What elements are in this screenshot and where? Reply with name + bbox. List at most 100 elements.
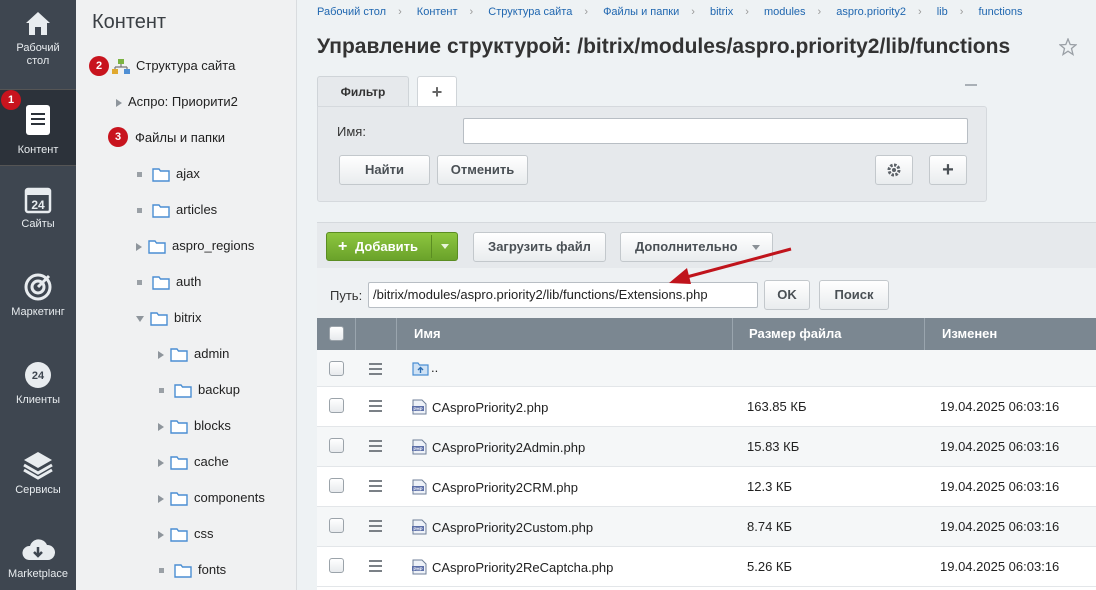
add-button[interactable]: + Добавить <box>326 232 458 261</box>
name-input[interactable] <box>463 118 968 144</box>
tree-item-label: cache <box>194 454 229 469</box>
expand-arrow-icon[interactable] <box>158 458 164 467</box>
row-menu-icon[interactable] <box>369 520 382 535</box>
svg-text:PHP: PHP <box>413 406 422 411</box>
expand-arrow-icon[interactable] <box>158 494 164 503</box>
row-checkbox[interactable] <box>329 398 344 413</box>
expand-arrow-icon[interactable] <box>136 242 142 251</box>
nav-item-sites[interactable]: 24 Сайты <box>0 186 76 240</box>
row-menu-icon[interactable] <box>369 363 382 378</box>
breadcrumb-item[interactable]: Файлы и папки <box>603 6 679 18</box>
tree-item-label: bitrix <box>174 310 202 325</box>
tree-folder-css[interactable]: css <box>158 524 214 544</box>
file-table: Имя Размер файла Изменен .. PHP CAsproPr… <box>317 318 1096 590</box>
tree-item-label: auth <box>176 274 202 289</box>
upload-file-button[interactable]: Загрузить файл <box>473 232 606 262</box>
add-filter-tab-button[interactable]: + <box>417 76 457 107</box>
tree-item-label: blocks <box>194 418 231 433</box>
tree-folder-admin[interactable]: admin <box>158 344 229 364</box>
tree-item-site-structure[interactable]: Структура сайта <box>112 56 235 76</box>
header-modified[interactable]: Изменен <box>925 318 1096 350</box>
header-size[interactable]: Размер файла <box>733 318 925 350</box>
up-label[interactable]: .. <box>431 360 438 375</box>
tree-folder-fonts[interactable]: fonts <box>158 560 226 580</box>
add-filter-field-button[interactable]: + <box>929 155 967 185</box>
tree-folder-backup[interactable]: backup <box>158 380 240 400</box>
nav-item-desktop[interactable]: Рабочий стол <box>0 8 76 78</box>
sitemap-icon <box>112 58 130 74</box>
breadcrumb-item[interactable]: Структура сайта <box>488 6 572 18</box>
folder-icon <box>152 168 170 182</box>
collapse-arrow-icon[interactable] <box>136 315 144 322</box>
tree-item-aspro[interactable]: Аспро: Приорити2 <box>116 92 238 112</box>
expand-arrow-icon[interactable] <box>116 98 122 107</box>
breadcrumb-item[interactable]: Контент <box>417 6 458 18</box>
search-button[interactable]: Поиск <box>819 280 889 310</box>
breadcrumb-item[interactable]: Рабочий стол <box>317 6 386 18</box>
find-button[interactable]: Найти <box>339 155 430 185</box>
tree-folder-cache[interactable]: cache <box>158 452 229 472</box>
left-navigation: Рабочий стол Контент 1 24 Сайты Маркетин… <box>0 0 76 590</box>
tree-folder-ajax[interactable]: ajax <box>136 164 200 184</box>
table-row[interactable]: PHP CAsproPriority2.php 163.85 КБ 19.04.… <box>317 387 1096 427</box>
select-all-checkbox[interactable] <box>329 326 344 341</box>
step-badge-2: 2 <box>89 56 109 76</box>
nav-item-services[interactable]: Сервисы <box>0 450 76 504</box>
cancel-button[interactable]: Отменить <box>437 155 528 185</box>
expand-arrow-icon[interactable] <box>158 422 164 431</box>
tree-item-files[interactable]: Файлы и папки <box>135 128 225 148</box>
row-checkbox[interactable] <box>329 518 344 533</box>
row-checkbox[interactable] <box>329 361 344 376</box>
row-checkbox[interactable] <box>329 558 344 573</box>
file-name[interactable]: CAsproPriority2ReCaptcha.php <box>432 560 613 575</box>
tree-folder-articles[interactable]: articles <box>136 200 217 220</box>
tree-folder-blocks[interactable]: blocks <box>158 416 231 436</box>
tree-item-label: Структура сайта <box>136 58 236 73</box>
tree-item-label: components <box>194 490 265 505</box>
breadcrumb-item[interactable]: modules <box>764 6 806 18</box>
dropdown-arrow-icon[interactable] <box>441 244 449 249</box>
nav-item-marketplace[interactable]: Marketplace <box>0 536 76 590</box>
nav-item-marketing[interactable]: Маркетинг <box>0 272 76 326</box>
filter-settings-button[interactable] <box>875 155 913 185</box>
breadcrumb-item[interactable]: lib <box>937 6 948 18</box>
header-name[interactable]: Имя <box>397 318 733 350</box>
file-name[interactable]: CAsproPriority2Admin.php <box>432 440 585 455</box>
row-menu-icon[interactable] <box>369 560 382 575</box>
row-menu-icon[interactable] <box>369 480 382 495</box>
svg-text:24: 24 <box>32 370 45 382</box>
table-row-up[interactable]: .. <box>317 350 1096 387</box>
nav-label: Сайты <box>21 218 55 230</box>
expand-arrow-icon[interactable] <box>158 530 164 539</box>
file-name[interactable]: CAsproPriority2Custom.php <box>432 520 593 535</box>
header-checkbox-cell <box>317 318 356 350</box>
breadcrumb-item[interactable]: bitrix <box>710 6 733 18</box>
svg-text:PHP: PHP <box>413 486 422 491</box>
breadcrumb-item[interactable]: aspro.priority2 <box>836 6 906 18</box>
tree-item-label: articles <box>176 202 218 217</box>
table-row[interactable]: PHP CAsproPriority2Admin.php 15.83 КБ 19… <box>317 427 1096 467</box>
folder-icon <box>170 348 188 362</box>
file-name[interactable]: CAsproPriority2.php <box>432 400 548 415</box>
expand-arrow-icon[interactable] <box>158 350 164 359</box>
folder-icon <box>152 204 170 218</box>
row-menu-icon[interactable] <box>369 400 382 415</box>
table-row[interactable]: PHP CAsproPriority2ReCaptcha.php 5.26 КБ… <box>317 547 1096 587</box>
row-menu-icon[interactable] <box>369 440 382 455</box>
leaf-dot-icon <box>137 208 142 214</box>
table-row[interactable]: PHP CAsproPriority2Custom.php 8.74 КБ 19… <box>317 507 1096 547</box>
file-name[interactable]: CAsproPriority2CRM.php <box>432 480 578 495</box>
row-checkbox[interactable] <box>329 478 344 493</box>
breadcrumb-item[interactable]: functions <box>978 6 1022 18</box>
tree-folder-auth[interactable]: auth <box>136 272 201 292</box>
tree-folder-bitrix[interactable]: bitrix <box>136 308 201 328</box>
collapse-filter-icon[interactable] <box>965 84 977 86</box>
tree-folder-aspro-regions[interactable]: aspro_regions <box>136 236 254 256</box>
step-badge-3: 3 <box>108 127 128 147</box>
favorite-star-icon[interactable] <box>1059 38 1077 56</box>
tab-filter[interactable]: Фильтр <box>317 76 409 107</box>
nav-item-clients[interactable]: 24 Клиенты <box>0 360 76 414</box>
tree-folder-components[interactable]: components <box>158 488 265 508</box>
row-checkbox[interactable] <box>329 438 344 453</box>
table-row[interactable]: PHP CAsproPriority2CRM.php 12.3 КБ 19.04… <box>317 467 1096 507</box>
